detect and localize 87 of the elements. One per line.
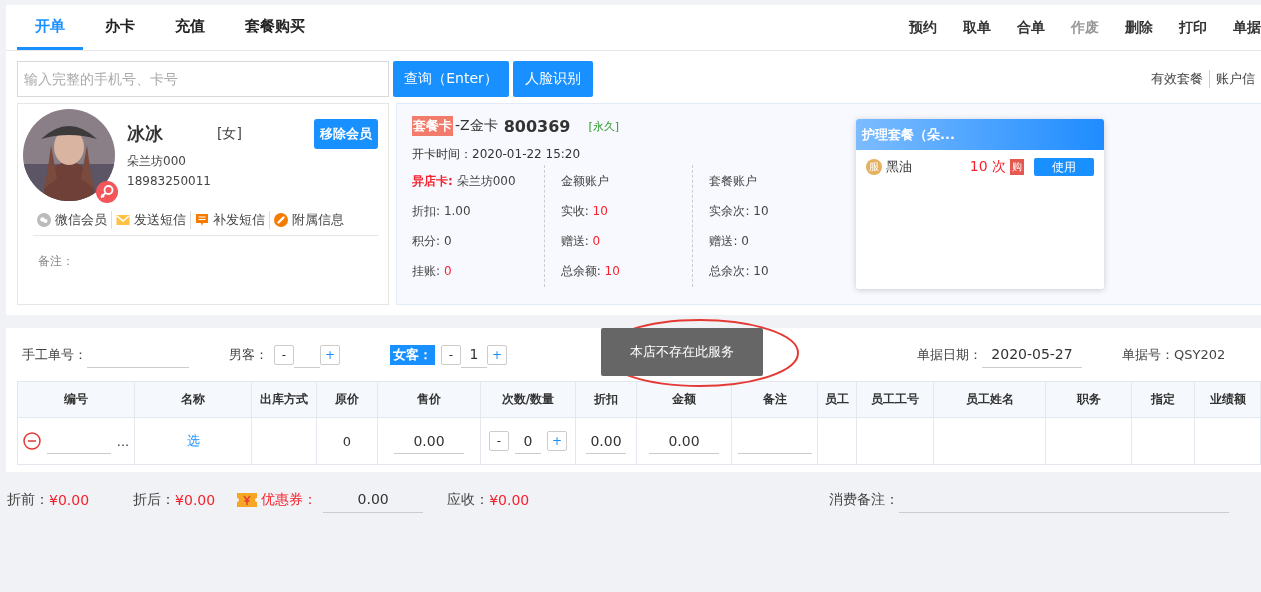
column-header: 金额 xyxy=(636,381,732,418)
account-field: 实余次: 10 xyxy=(709,203,842,219)
account-field: 总余额: 10 xyxy=(560,263,693,279)
search-field[interactable]: 输入完整的手机号、卡号 xyxy=(17,61,389,97)
male-guests-label: 男客： xyxy=(229,345,268,364)
action-link[interactable]: 删除 xyxy=(1125,18,1153,37)
link-icon xyxy=(274,213,288,227)
receivable-value: ¥0.00 xyxy=(489,491,530,508)
member-link[interactable]: 补发短信 xyxy=(190,211,269,229)
account-field: 积分: 0 xyxy=(412,233,544,249)
remove-icon[interactable] xyxy=(22,432,41,450)
open-time: 开卡时间：2020-01-22 15:20 xyxy=(412,146,582,163)
date-label: 单据日期： xyxy=(917,345,982,364)
after-discount-value: ¥0.00 xyxy=(175,491,216,508)
account-field: 赠送: 0 xyxy=(709,233,842,249)
coupon-field[interactable]: 0.00 xyxy=(323,486,424,513)
column-header: 原价 xyxy=(316,381,378,418)
validity-label: [永久] xyxy=(588,118,620,134)
more-button[interactable]: ... xyxy=(116,433,130,449)
action-link[interactable]: 合单 xyxy=(1017,18,1045,37)
column-header: 售价 xyxy=(377,381,481,418)
original-price: 0 xyxy=(316,417,378,465)
card-number: 800369 xyxy=(503,116,571,136)
member-phone: 18983250011 xyxy=(127,174,212,188)
chat-icon xyxy=(37,213,51,227)
account-link[interactable]: 有效套餐 xyxy=(1145,70,1209,88)
message-icon xyxy=(195,213,209,227)
date-field[interactable]: 2020-05-27 xyxy=(982,341,1082,368)
purchase-tag: 购 xyxy=(1010,159,1024,175)
action-link[interactable]: 取单 xyxy=(963,18,991,37)
column-header: 职务 xyxy=(1045,381,1132,418)
remark-label: 消费备注： xyxy=(829,490,900,509)
account-field: 异店卡: 朵兰坊000 xyxy=(412,173,544,189)
member-link[interactable]: 微信会员 xyxy=(33,211,111,229)
minus-button[interactable]: - xyxy=(489,431,509,451)
column-header: 员工 xyxy=(817,381,857,418)
minus-button[interactable]: - xyxy=(441,344,461,365)
tab[interactable]: 充值 xyxy=(157,5,223,50)
column-header: 出库方式 xyxy=(251,381,317,418)
before-discount-label: 折前： xyxy=(7,490,49,509)
column-header: 员工姓名 xyxy=(933,381,1046,418)
action-link[interactable]: 预约 xyxy=(909,18,937,37)
card-name: -Z金卡 xyxy=(455,117,498,135)
ticket-icon xyxy=(237,492,258,507)
account-field: 赠送: 0 xyxy=(560,233,693,249)
tab[interactable]: 套餐购买 xyxy=(227,5,323,50)
before-discount-value: ¥0.00 xyxy=(49,491,90,508)
coupon-label: 优惠券： xyxy=(261,490,318,509)
account-field: 金额账户 xyxy=(560,173,693,189)
member-name: 冰冰 xyxy=(127,122,164,146)
action-link[interactable]: 打印 xyxy=(1179,18,1207,37)
column-header: 备注 xyxy=(731,381,818,418)
member-store: 朵兰坊000 xyxy=(127,153,187,170)
package-title: 护理套餐（朵... xyxy=(856,119,1104,150)
female-guests-label: 女客： xyxy=(390,344,435,365)
manual-number-label: 手工单号： xyxy=(22,345,87,364)
account-field: 套餐账户 xyxy=(709,173,842,189)
column-header: 编号 xyxy=(17,381,135,418)
column-header: 员工工号 xyxy=(856,381,934,418)
column-header: 名称 xyxy=(134,381,252,418)
order-number: 单据号：QSY202 xyxy=(1122,345,1226,364)
tab[interactable]: 办卡 xyxy=(87,5,153,50)
mail-icon xyxy=(116,213,130,227)
package-item-name: 黑油 xyxy=(886,158,912,176)
account-link[interactable]: 账户信 xyxy=(1209,70,1261,88)
column-header: 次数/数量 xyxy=(480,381,576,418)
female-icon xyxy=(96,181,118,203)
minus-button[interactable]: - xyxy=(274,344,294,365)
account-field: 折扣: 1.00 xyxy=(412,203,544,219)
member-link[interactable]: 附属信息 xyxy=(269,211,348,229)
receivable-label: 应收： xyxy=(447,490,490,509)
member-gender: [女] xyxy=(217,125,242,143)
member-link[interactable]: 发送短信 xyxy=(111,211,190,229)
after-discount-label: 折后： xyxy=(133,490,176,509)
column-header: 业绩额 xyxy=(1194,381,1261,418)
toast-message: 本店不存在此服务 xyxy=(601,328,763,376)
column-header: 指定 xyxy=(1131,381,1195,418)
count-field[interactable]: 0 xyxy=(515,428,541,454)
action-link[interactable]: 单据 xyxy=(1233,18,1261,37)
package-count: 10 次 xyxy=(969,158,1006,176)
account-field: 实收: 10 xyxy=(560,203,693,219)
column-header: 折扣 xyxy=(575,381,637,418)
card-type-tag: 套餐卡 xyxy=(412,116,453,136)
service-badge: 服 xyxy=(866,159,882,175)
account-field: 总余次: 10 xyxy=(709,263,842,279)
account-field: 挂账: 0 xyxy=(412,263,544,279)
note-label: 备注： xyxy=(38,253,75,270)
